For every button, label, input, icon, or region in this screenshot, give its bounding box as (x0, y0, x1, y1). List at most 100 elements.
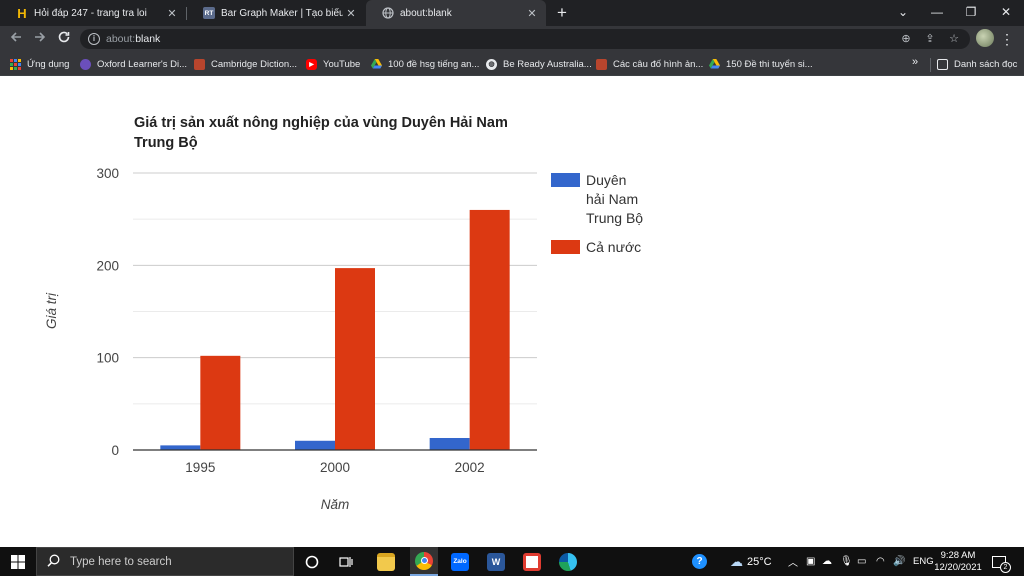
profile-avatar[interactable] (976, 29, 994, 47)
wifi-icon[interactable]: ◠ (876, 547, 885, 576)
bookmark-cambridge[interactable]: Cambridge Diction... (194, 56, 297, 72)
microphone-icon[interactable]: 🎙 (840, 547, 853, 576)
y-tick-label: 300 (96, 166, 119, 181)
more-bookmarks-chevron-icon[interactable]: » (912, 56, 918, 68)
y-tick-label: 100 (96, 351, 119, 366)
browser-toolbar: i about:blank ⊕ ⇪ ☆ ⋮ (0, 26, 1024, 52)
x-tick-label: 2000 (320, 460, 350, 475)
close-tab-icon[interactable]: ✕ (164, 7, 180, 20)
back-button[interactable] (6, 29, 26, 49)
clock[interactable]: 9:28 AM 12/20/2021 (930, 550, 986, 574)
share-icon[interactable]: ⇪ (922, 32, 938, 46)
legend-label: Duyên (586, 172, 626, 188)
zoom-icon[interactable]: ⊕ (898, 32, 914, 46)
browser-menu-icon[interactable]: ⋮ (1000, 29, 1014, 49)
notification-count: 2 (1000, 561, 1011, 573)
edge-icon (559, 552, 577, 571)
taskbar-search-box[interactable]: Type here to search (36, 547, 294, 576)
weather-temperature: 25°C (747, 555, 772, 568)
page-content: Giá trị sản xuất nông nghiệp của vùng Du… (0, 77, 1024, 547)
close-tab-icon[interactable]: ✕ (343, 7, 359, 20)
chart-title: Giá trị sản xuất nông nghiệp của vùng Du… (134, 115, 508, 131)
bookmark-label: Các câu đố hình ản... (613, 58, 704, 70)
chrome-icon (415, 551, 433, 570)
legend-label: hải Nam (586, 191, 638, 207)
url-text[interactable]: about:blank (106, 33, 160, 45)
bookmark-100-de-hsg[interactable]: 100 đề hsg tiếng an... (371, 56, 479, 72)
bar (160, 445, 201, 450)
bookmark-label: YouTube (323, 58, 361, 70)
bar (335, 268, 375, 450)
arrow-left-icon (10, 32, 21, 42)
cambridge-icon (596, 58, 607, 70)
reload-button[interactable] (54, 29, 74, 49)
snipping-icon (523, 552, 541, 571)
y-tick-label: 200 (96, 258, 119, 273)
bookmark-oxford[interactable]: Oxford Learner's Di... (80, 56, 187, 72)
bookmark-youtube[interactable]: ▶ YouTube (306, 56, 360, 72)
tab-title: Hỏi đáp 247 - trang tra loi (34, 7, 147, 19)
help-icon[interactable]: ? (692, 547, 707, 576)
bookmark-label: Ứng dụng (27, 58, 70, 70)
task-view-button[interactable] (334, 547, 358, 576)
meet-now-icon[interactable]: ▣ (806, 547, 815, 576)
close-tab-icon[interactable]: ✕ (524, 7, 540, 20)
cortana-circle-icon (305, 555, 319, 568)
taskbar-app-word[interactable]: W (484, 547, 508, 576)
new-tab-button[interactable]: + (552, 3, 572, 23)
bookmark-apps[interactable]: Ứng dụng (10, 56, 69, 72)
tab-about-blank[interactable]: about:blank ✕ (366, 0, 546, 26)
drive-icon (371, 59, 382, 70)
tab-search-chevron-icon[interactable]: ⌄ (886, 0, 920, 26)
zalo-icon: Zalo (451, 552, 469, 571)
bookmark-label: Oxford Learner's Di... (97, 58, 187, 70)
bar (295, 440, 335, 450)
legend-swatch (551, 240, 580, 254)
onedrive-icon[interactable]: ☁ (822, 547, 832, 576)
restore-button[interactable]: ❐ (954, 0, 988, 26)
battery-icon[interactable]: ▭ (857, 547, 866, 576)
bookmark-cac-cau-do[interactable]: Các câu đố hình ản... (596, 56, 703, 72)
reading-list-button[interactable]: Danh sách đọc (937, 56, 1017, 72)
address-bar[interactable]: i about:blank ⊕ ⇪ ☆ (80, 29, 970, 49)
notification-icon: 2 (992, 555, 1011, 573)
globe-icon: ◍ (486, 58, 497, 70)
bar (469, 209, 510, 450)
clock-time: 9:28 AM (940, 550, 976, 561)
cortana-button[interactable] (300, 547, 324, 576)
tab-title: Bar Graph Maker | Tạo biểu đồ th (221, 7, 343, 19)
minimize-button[interactable]: — (920, 0, 954, 26)
weather-widget[interactable]: ☁ 25°C (730, 547, 772, 576)
bookmark-label: 150 Đề thi tuyển si... (726, 58, 813, 70)
start-button[interactable] (0, 547, 36, 576)
search-placeholder: Type here to search (70, 555, 172, 568)
taskbar-app-zalo[interactable]: Zalo (448, 547, 472, 576)
x-axis-title: Năm (321, 497, 350, 512)
legend-swatch (551, 173, 580, 187)
site-info-icon[interactable]: i (88, 33, 100, 45)
bookmark-150-de-thi[interactable]: 150 Đề thi tuyển si... (709, 56, 813, 72)
bar-chart: Giá trị sản xuất nông nghiệp của vùng Du… (44, 115, 643, 512)
taskbar-app-edge[interactable] (556, 547, 580, 576)
reading-list-icon (937, 58, 948, 70)
taskbar-app-snipping[interactable] (520, 547, 544, 576)
taskbar-app-file-explorer[interactable] (374, 547, 398, 576)
bookmark-star-icon[interactable]: ☆ (946, 32, 962, 46)
word-icon: W (487, 552, 505, 571)
apps-grid-icon (10, 58, 21, 70)
windows-taskbar: Type here to search Zalo W ? ☁ 25°C ︿ ▣ … (0, 547, 1024, 576)
x-tick-label: 2002 (455, 460, 485, 475)
forward-button[interactable] (30, 29, 50, 49)
close-window-button[interactable]: ✕ (989, 0, 1023, 26)
bookmark-be-ready[interactable]: ◍ Be Ready Australia... (486, 56, 592, 72)
clock-date: 12/20/2021 (934, 562, 982, 573)
bar (429, 437, 470, 450)
notification-center-button[interactable]: 2 (992, 547, 1011, 576)
show-hidden-icons-chevron-icon[interactable]: ︿ (788, 547, 798, 576)
volume-icon[interactable]: 🔊 (893, 547, 905, 576)
taskbar-app-chrome[interactable] (410, 547, 438, 576)
cloud-icon: ☁ (730, 553, 743, 569)
url-scheme: about: (106, 33, 136, 45)
tab-hoidap247[interactable]: H Hỏi đáp 247 - trang tra loi ✕ (0, 0, 186, 26)
tab-bar-graph-maker[interactable]: RT Bar Graph Maker | Tạo biểu đồ th ✕ (187, 0, 365, 26)
